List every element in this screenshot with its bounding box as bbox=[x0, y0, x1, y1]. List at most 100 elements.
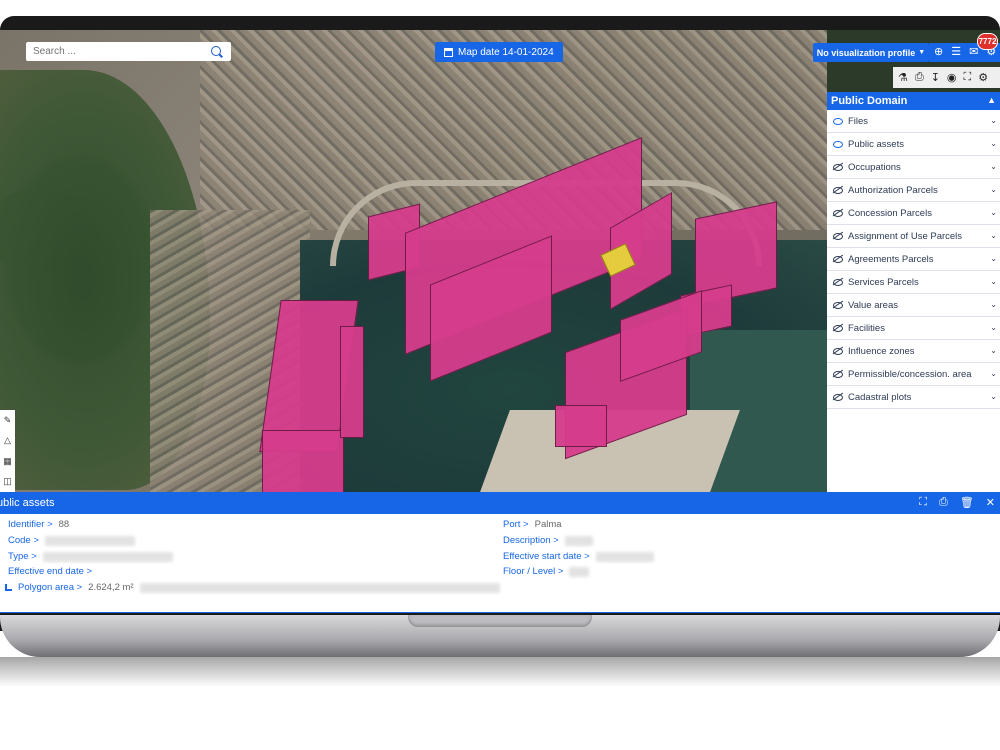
export-icon[interactable]: ⎙ bbox=[939, 496, 948, 509]
polygon-area-label[interactable]: Polygon area > bbox=[18, 582, 82, 593]
polygon-area-row: Polygon area > 2.624,2 m² bbox=[5, 582, 500, 593]
layer-item[interactable]: Assignment of Use Parcels ⌄ bbox=[827, 225, 1000, 248]
mail-icon[interactable]: ✉ bbox=[969, 47, 978, 58]
layer-item[interactable]: Permissible/concession. area ⌄ bbox=[827, 363, 1000, 386]
ruler-icon[interactable]: ✎ bbox=[4, 415, 12, 426]
layer-item[interactable]: Public assets ⌄ bbox=[827, 133, 1000, 156]
close-icon[interactable]: ✕ bbox=[986, 496, 995, 509]
chevron-down-icon[interactable]: ⌄ bbox=[990, 162, 997, 171]
eye-off-icon[interactable] bbox=[833, 255, 843, 263]
port-value: Palma bbox=[534, 519, 562, 530]
effective-end-label[interactable]: Effective end date > bbox=[8, 566, 92, 577]
grid-icon[interactable]: ▦ bbox=[3, 456, 12, 467]
chevron-down-icon[interactable]: ⌄ bbox=[990, 208, 997, 217]
chevron-down-icon[interactable]: ⌄ bbox=[990, 346, 997, 355]
layer-item[interactable]: Occupations ⌄ bbox=[827, 156, 1000, 179]
code-label[interactable]: Code > bbox=[8, 535, 39, 546]
chevron-down-icon[interactable]: ⌄ bbox=[990, 300, 997, 309]
layer-label: Authorization Parcels bbox=[848, 184, 938, 196]
effective-start-label[interactable]: Effective start date > bbox=[503, 551, 590, 562]
type-row: Type > bbox=[8, 551, 173, 562]
layer-label: Concession Parcels bbox=[848, 207, 932, 219]
gear-icon[interactable]: ⚙ bbox=[978, 71, 988, 84]
chevron-down-icon[interactable]: ⌄ bbox=[990, 323, 997, 332]
type-label[interactable]: Type > bbox=[8, 551, 37, 562]
map-view[interactable]: Map date 14-01-2024 ✎ △ ▦ ◫ bbox=[0, 30, 827, 492]
plus-icon[interactable]: ⊕ bbox=[934, 47, 943, 58]
identifier-label[interactable]: Identifier > bbox=[8, 519, 53, 530]
notification-count: 7772 bbox=[978, 37, 997, 46]
layer-item[interactable]: Concession Parcels ⌄ bbox=[827, 202, 1000, 225]
fullscreen-icon[interactable]: ⛶ bbox=[964, 71, 972, 84]
layer-item[interactable]: Influence zones ⌄ bbox=[827, 340, 1000, 363]
redacted-value bbox=[564, 535, 593, 546]
layer-item[interactable]: Authorization Parcels ⌄ bbox=[827, 179, 1000, 202]
map-date-button[interactable]: Map date 14-01-2024 bbox=[435, 42, 563, 62]
print-icon[interactable]: ⎙ bbox=[915, 71, 924, 84]
layers-icon[interactable]: ◫ bbox=[3, 476, 12, 487]
eye-off-icon[interactable] bbox=[833, 278, 843, 286]
eye-off-icon[interactable] bbox=[833, 186, 843, 194]
layer-label: Public assets bbox=[848, 138, 904, 150]
eye-off-icon[interactable] bbox=[833, 301, 843, 309]
description-label[interactable]: Description > bbox=[503, 535, 559, 546]
parcel[interactable] bbox=[340, 326, 364, 438]
identifier-row: Identifier > 88 bbox=[8, 519, 69, 530]
eye-icon[interactable]: ◉ bbox=[947, 71, 957, 84]
chevron-down-icon[interactable]: ⌄ bbox=[990, 369, 997, 378]
visualization-profile-dropdown[interactable]: No visualization profile ▼ bbox=[813, 43, 929, 62]
search-icon[interactable] bbox=[211, 46, 221, 56]
eye-off-icon[interactable] bbox=[833, 209, 843, 217]
redacted-value bbox=[44, 535, 135, 546]
eye-off-icon[interactable] bbox=[833, 324, 843, 332]
eye-off-icon[interactable] bbox=[833, 163, 843, 171]
layer-item[interactable]: Value areas ⌄ bbox=[827, 294, 1000, 317]
parcel[interactable] bbox=[262, 430, 344, 492]
parcel[interactable] bbox=[555, 405, 607, 447]
layer-list: Files ⌄ Public assets ⌄ Occupations ⌄ Authoriz… bbox=[827, 110, 1000, 409]
caret-down-icon: ▼ bbox=[918, 49, 926, 56]
collapse-icon[interactable]: ▲ bbox=[987, 95, 996, 105]
layer-item[interactable]: Services Parcels ⌄ bbox=[827, 271, 1000, 294]
delete-icon[interactable]: 🗑 bbox=[960, 496, 974, 509]
app-screen: Map date 14-01-2024 ✎ △ ▦ ◫ No visualiza… bbox=[0, 30, 1000, 613]
layer-label: Facilities bbox=[848, 322, 885, 334]
redacted-value bbox=[595, 551, 654, 562]
layer-item[interactable]: Agreements Parcels ⌄ bbox=[827, 248, 1000, 271]
divider bbox=[0, 612, 1000, 613]
layer-item[interactable]: Files ⌄ bbox=[827, 110, 1000, 133]
layer-item[interactable]: Facilities ⌄ bbox=[827, 317, 1000, 340]
chevron-down-icon[interactable]: ⌄ bbox=[990, 254, 997, 263]
chevron-down-icon[interactable]: ⌄ bbox=[990, 116, 997, 125]
port-label[interactable]: Port > bbox=[503, 519, 529, 530]
measure-icon[interactable]: ⚗ bbox=[898, 71, 908, 84]
eye-off-icon[interactable] bbox=[833, 232, 843, 240]
search-box[interactable] bbox=[26, 42, 231, 61]
chevron-down-icon[interactable]: ⌄ bbox=[990, 392, 997, 401]
polygon-draw-icon[interactable]: △ bbox=[4, 435, 11, 446]
layer-item[interactable]: Cadastral plots ⌄ bbox=[827, 386, 1000, 409]
chevron-down-icon[interactable]: ⌄ bbox=[990, 231, 997, 240]
code-row: Code > bbox=[8, 535, 135, 546]
search-input[interactable] bbox=[31, 45, 205, 58]
floor-row: Floor / Level > bbox=[503, 566, 590, 577]
map-locate-icon[interactable]: ⛶ bbox=[919, 496, 927, 509]
eye-icon[interactable] bbox=[833, 140, 843, 148]
floor-label[interactable]: Floor / Level > bbox=[503, 566, 563, 577]
eye-icon[interactable] bbox=[833, 117, 843, 125]
eye-off-icon[interactable] bbox=[833, 393, 843, 401]
polygon-area-value: 2.624,2 m² bbox=[88, 582, 134, 593]
download-icon[interactable]: ↧ bbox=[931, 71, 940, 84]
chevron-down-icon[interactable]: ⌄ bbox=[990, 185, 997, 194]
laptop-notch bbox=[408, 615, 592, 627]
list-icon[interactable]: ☰ bbox=[951, 47, 961, 58]
port-row: Port > Palma bbox=[503, 519, 562, 530]
chevron-down-icon[interactable]: ⌄ bbox=[990, 277, 997, 286]
notification-badge[interactable]: 7772 bbox=[977, 33, 998, 50]
map-date-label: Map date 14-01-2024 bbox=[458, 46, 554, 58]
eye-off-icon[interactable] bbox=[833, 370, 843, 378]
effective-start-row: Effective start date > bbox=[503, 551, 654, 562]
chevron-down-icon[interactable]: ⌄ bbox=[990, 139, 997, 148]
eye-off-icon[interactable] bbox=[833, 347, 843, 355]
layer-label: Occupations bbox=[848, 161, 901, 173]
